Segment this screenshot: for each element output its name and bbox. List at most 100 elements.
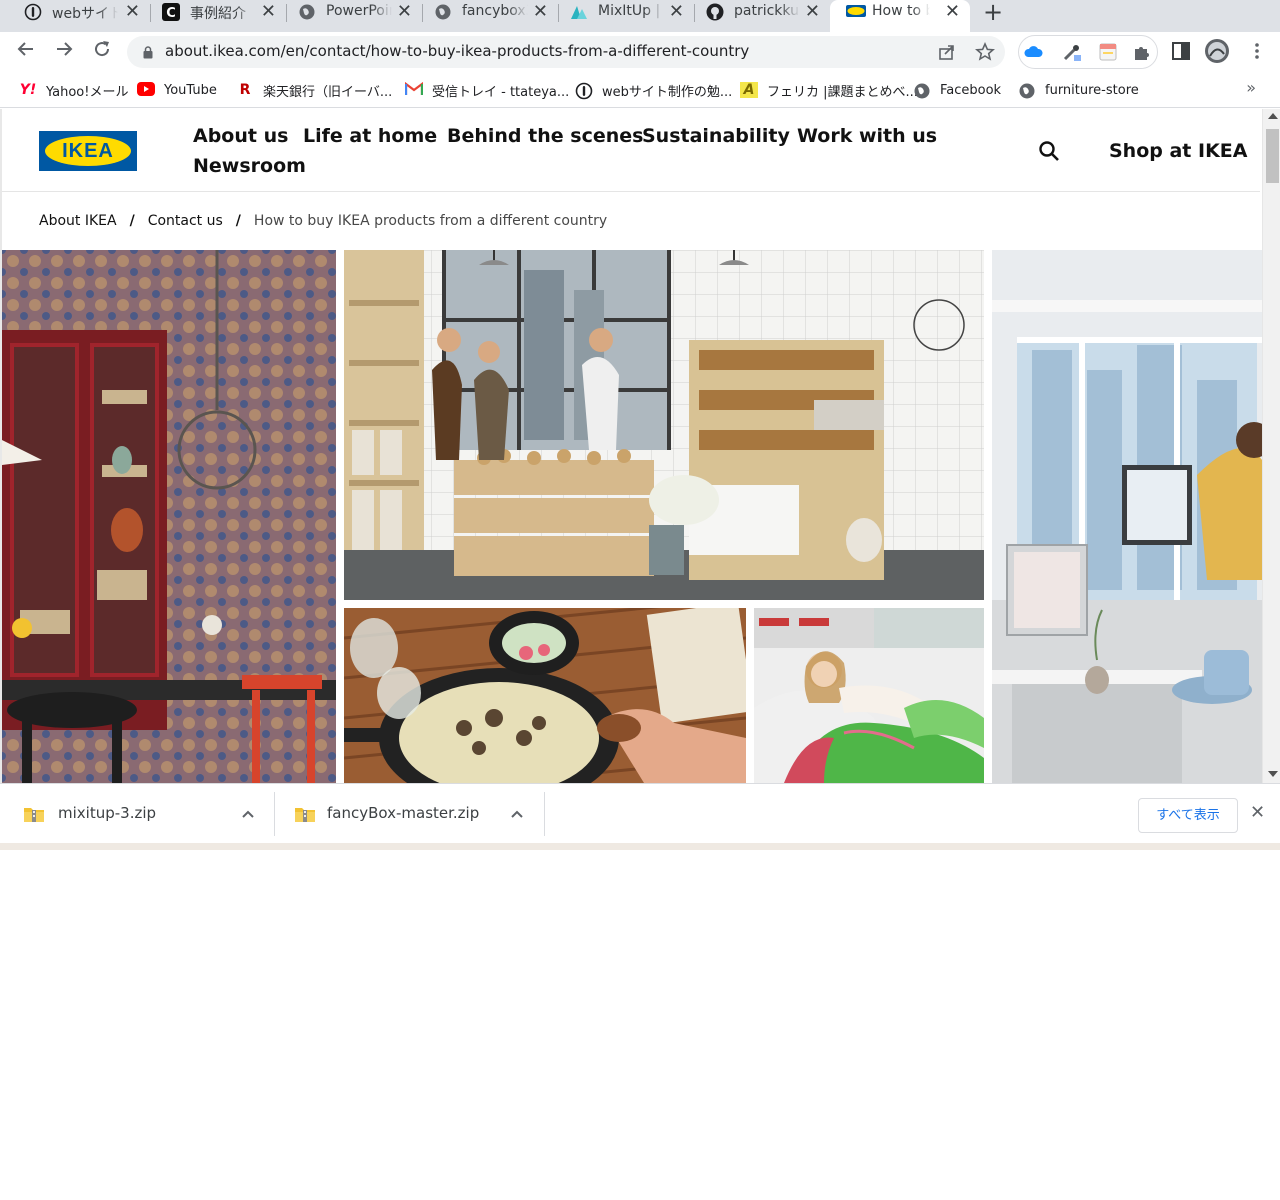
tab-title: MixItUp | Fi — [598, 3, 664, 19]
zip-folder-icon — [24, 806, 44, 822]
shop-at-ikea-link[interactable]: Shop at IKEA — [1109, 140, 1247, 162]
tab-title: PowerPoint — [326, 3, 392, 19]
globe-icon — [1018, 82, 1036, 99]
breadcrumb-contact-us[interactable]: Contact us — [148, 213, 223, 229]
side-panel-icon[interactable] — [1170, 40, 1192, 62]
browser-toolbar: about.ikea.com/en/contact/how-to-buy-ike… — [0, 32, 1280, 72]
breadcrumb-current: How to buy IKEA products from a differen… — [253, 213, 608, 229]
download-item-mixitup[interactable]: mixitup-3.zip — [0, 792, 275, 836]
browser-tab-1[interactable]: webサイト制作 ✕ — [0, 0, 150, 26]
nav-life-at-home[interactable]: Life at home — [303, 125, 437, 147]
new-tab-button[interactable]: + — [983, 0, 1003, 26]
close-downloads-icon[interactable]: ✕ — [1250, 802, 1265, 823]
puzzle-icon[interactable] — [1131, 41, 1153, 63]
browser-tab-5[interactable]: MixItUp | Fi ✕ — [546, 0, 694, 26]
page-scrollbar[interactable] — [1262, 109, 1280, 783]
bookmark-label: Facebook — [940, 82, 1002, 98]
bookmark-label: furniture-store — [1045, 82, 1139, 98]
nav-work-with-us[interactable]: Work with us — [797, 125, 937, 147]
bookmark-facebook[interactable]: Facebook — [913, 81, 1001, 99]
site-header: IKEA About us Life at home Behind the sc… — [2, 109, 1260, 192]
pantry-shop-photo — [344, 250, 984, 600]
lock-icon[interactable] — [143, 44, 153, 59]
felica-icon: A — [740, 82, 758, 98]
share-icon[interactable] — [937, 42, 957, 67]
bookmarks-bar: Y! Yahoo!メール YouTube R 楽天銀行（旧イーバ... 受信トレ… — [0, 72, 1280, 108]
logo-oval: IKEA — [45, 136, 131, 166]
bookmark-label: 楽天銀行（旧イーバ... — [263, 84, 393, 100]
scroll-down-arrow-icon[interactable] — [1268, 771, 1278, 777]
bookmark-felica[interactable]: A フェリカ |課題まとめべ... — [740, 81, 918, 100]
tab-title: How to buy — [872, 3, 930, 19]
address-bar[interactable]: about.ikea.com/en/contact/how-to-buy-ike… — [127, 36, 1005, 68]
bookmark-web-study[interactable]: webサイト制作の勉... — [575, 81, 733, 100]
bookmark-label: webサイト制作の勉... — [602, 84, 733, 100]
cloud-icon[interactable] — [1023, 41, 1045, 63]
bookmark-label: Yahoo!メール — [46, 84, 129, 100]
browser-tab-2[interactable]: C 事例紹介 ✕ — [138, 0, 286, 26]
downloads-bar: mixitup-3.zip fancyBox-master.zip すべて表示 … — [0, 783, 1280, 843]
bookmark-rakuten-bank[interactable]: R 楽天銀行（旧イーバ... — [236, 81, 393, 100]
zip-folder-icon — [295, 806, 315, 822]
back-button[interactable] — [16, 39, 36, 64]
ikea-logo[interactable]: IKEA — [39, 131, 137, 171]
download-filename: fancyBox-master.zip — [327, 804, 480, 822]
globe-icon — [913, 82, 931, 99]
page-viewport: IKEA About us Life at home Behind the sc… — [0, 109, 1280, 783]
rakuten-icon: R — [239, 82, 251, 98]
more-menu-icon[interactable] — [1246, 40, 1268, 62]
breadcrumb-separator: / — [235, 213, 241, 229]
url-text[interactable]: about.ikea.com/en/contact/how-to-buy-ike… — [165, 42, 749, 60]
notes-extension-icon[interactable] — [1097, 41, 1119, 63]
browser-tab-strip: webサイト制作 ✕ C 事例紹介 ✕ PowerPoint ✕ fancybo… — [0, 0, 1280, 32]
breadcrumb: About IKEA / Contact us / How to buy IKEA pr… — [39, 213, 607, 229]
bookmark-furniture-store[interactable]: furniture-store — [1018, 81, 1139, 99]
close-icon[interactable]: ✕ — [945, 1, 960, 22]
youtube-icon — [137, 82, 155, 98]
breadcrumb-about-ikea[interactable]: About IKEA — [39, 213, 117, 229]
tab-title: patrickkunka — [734, 3, 800, 19]
nav-about-us[interactable]: About us — [193, 125, 288, 147]
scrollbar-thumb[interactable] — [1266, 129, 1279, 183]
bookmark-label: 受信トレイ - ttateya... — [432, 84, 570, 100]
logo-text: IKEA — [62, 139, 114, 162]
office-desk-photo — [992, 250, 1262, 783]
show-all-downloads-button[interactable]: すべて表示 — [1138, 798, 1238, 833]
browser-tab-3[interactable]: PowerPoint ✕ — [274, 0, 422, 26]
browser-tab-4[interactable]: fancybox3 ✕ — [410, 0, 558, 26]
bookmark-yahoo-mail[interactable]: Y! Yahoo!メール — [19, 81, 129, 100]
globe-icon — [434, 3, 452, 21]
scroll-up-arrow-icon[interactable] — [1268, 113, 1278, 119]
forward-button[interactable] — [54, 39, 74, 64]
bookmark-label: YouTube — [164, 82, 217, 98]
bookmarks-overflow-button[interactable]: » — [1246, 78, 1256, 97]
bookmark-gmail[interactable]: 受信トレイ - ttateya... — [404, 81, 570, 100]
yahoo-icon: Y! — [19, 82, 37, 98]
bookmark-star-icon[interactable] — [975, 42, 995, 67]
nav-newsroom[interactable]: Newsroom — [193, 155, 306, 177]
child-play-tent-photo — [754, 608, 984, 783]
chevron-up-icon[interactable] — [242, 804, 254, 818]
browser-tab-6[interactable]: patrickkunka ✕ — [682, 0, 830, 26]
avatar[interactable] — [1204, 38, 1230, 64]
github-icon — [706, 3, 724, 21]
globe-icon — [298, 3, 316, 21]
skillet-food-photo — [344, 608, 746, 783]
browser-tab-7-active[interactable]: How to buy ✕ — [830, 0, 970, 32]
nav-sustainability[interactable]: Sustainability — [642, 125, 790, 147]
bookmark-youtube[interactable]: YouTube — [137, 81, 217, 99]
eyedropper-icon[interactable] — [1061, 41, 1083, 63]
download-item-fancybox[interactable]: fancyBox-master.zip — [275, 792, 545, 836]
close-icon[interactable]: ✕ — [805, 1, 820, 22]
nav-behind-the-scenes[interactable]: Behind the scenes — [447, 125, 643, 147]
chevron-up-icon[interactable] — [511, 804, 523, 818]
extensions-group — [1018, 35, 1158, 69]
desktop-strip — [0, 843, 1280, 850]
reload-button[interactable] — [92, 39, 112, 64]
search-icon[interactable] — [1038, 140, 1060, 162]
gmail-icon — [404, 81, 424, 98]
bookmark-label: フェリカ |課題まとめべ... — [767, 84, 918, 100]
breadcrumb-separator: / — [129, 213, 135, 229]
ikea-icon — [846, 5, 866, 17]
mixitup-icon — [570, 3, 588, 21]
